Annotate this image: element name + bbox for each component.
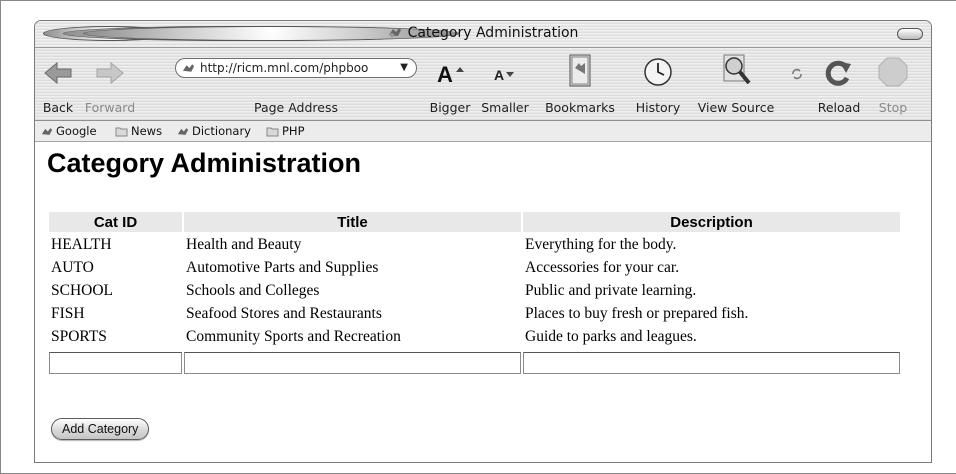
table-row: HEALTH Health and Beauty Everything for …: [49, 234, 900, 255]
page-title: Category Administration: [47, 148, 362, 178]
cell-cat-id: SPORTS: [51, 327, 107, 345]
title-bar: Category Administration: [35, 21, 931, 48]
magnifier-icon: [723, 54, 751, 85]
column-header-description: Description: [523, 212, 900, 232]
address-label-area: Page Address: [253, 100, 338, 115]
bookmark-folder-php[interactable]: PHP: [266, 124, 305, 138]
navigation-toolbar: Back Forward http://ricm.mnl.com/phpboo …: [35, 48, 931, 121]
back-button[interactable]: Back: [37, 48, 79, 120]
clock-icon: [644, 58, 672, 86]
bookmark-folder-news[interactable]: News: [115, 124, 162, 138]
cell-description: Public and private learning.: [525, 281, 697, 299]
cell-cat-id: FISH: [51, 304, 85, 322]
cell-description: Everything for the body.: [525, 235, 677, 253]
toolbar-toggle-button[interactable]: [897, 28, 923, 40]
cell-description: Accessories for your car.: [525, 258, 680, 276]
cat-id-input[interactable]: [49, 352, 182, 374]
bookmark-book-icon: [569, 54, 591, 87]
table-row: AUTO Automotive Parts and Supplies Acces…: [49, 257, 900, 278]
cell-title: Community Sports and Recreation: [186, 327, 401, 345]
bigger-text-button[interactable]: A Bigger: [428, 48, 472, 120]
history-button[interactable]: History: [625, 48, 691, 120]
cell-description: Places to buy fresh or prepared fish.: [525, 304, 749, 322]
table-row: FISH Seafood Stores and Restaurants Plac…: [49, 303, 900, 324]
page-favicon-icon: [388, 28, 401, 37]
category-table: Cat ID Title Description HEALTH Health a…: [47, 210, 902, 376]
folder-icon: [266, 127, 279, 137]
bookmark-dictionary[interactable]: Dictionary: [177, 124, 251, 138]
text-bigger-icon: A: [437, 62, 464, 86]
browser-window: Category Administration Back Forward htt…: [34, 20, 932, 463]
new-category-row: [49, 349, 900, 374]
add-category-button[interactable]: Add Category: [51, 418, 150, 440]
cell-cat-id: SCHOOL: [51, 281, 114, 299]
page-content: Category Administration Cat ID Title Des…: [35, 142, 931, 462]
cell-cat-id: AUTO: [51, 258, 94, 276]
back-arrow-icon: [44, 61, 72, 85]
forward-arrow-icon: [96, 61, 124, 85]
reload-button[interactable]: Reload: [811, 48, 867, 120]
stop-button[interactable]: Stop: [873, 48, 913, 120]
column-header-cat-id: Cat ID: [49, 212, 182, 232]
bookmark-google[interactable]: Google: [41, 124, 97, 138]
stop-octagon-icon: [878, 57, 908, 87]
cell-description: Guide to parks and leagues.: [525, 327, 697, 345]
bookmarks-button[interactable]: Bookmarks: [539, 48, 621, 120]
svg-text:A: A: [494, 67, 504, 83]
forward-button[interactable]: Forward: [79, 48, 141, 120]
view-source-button[interactable]: View Source: [691, 48, 781, 120]
description-input[interactable]: [523, 352, 900, 374]
bookmark-link-icon: [177, 128, 189, 135]
table-row: SPORTS Community Sports and Recreation G…: [49, 326, 900, 347]
text-smaller-icon: A: [494, 67, 514, 83]
cell-title: Schools and Colleges: [186, 281, 320, 299]
bookmarks-bar: Google News Dictionary PHP: [35, 121, 931, 142]
cell-cat-id: HEALTH: [51, 235, 112, 253]
table-header-row: Cat ID Title Description: [49, 212, 900, 232]
title-input[interactable]: [184, 352, 521, 374]
spinner-icon: [792, 68, 802, 80]
svg-text:A: A: [437, 62, 453, 86]
column-header-title: Title: [184, 212, 521, 232]
table-row: SCHOOL Schools and Colleges Public and p…: [49, 280, 900, 301]
cell-title: Automotive Parts and Supplies: [186, 258, 379, 276]
cell-title: Seafood Stores and Restaurants: [186, 304, 382, 322]
folder-icon: [115, 127, 128, 137]
cell-title: Health and Beauty: [186, 235, 302, 253]
window-title: Category Administration: [35, 25, 931, 41]
smaller-text-button[interactable]: A Smaller: [479, 48, 531, 120]
activity-indicator: [785, 48, 809, 120]
reload-icon: [825, 60, 851, 86]
bookmark-link-icon: [41, 128, 53, 135]
